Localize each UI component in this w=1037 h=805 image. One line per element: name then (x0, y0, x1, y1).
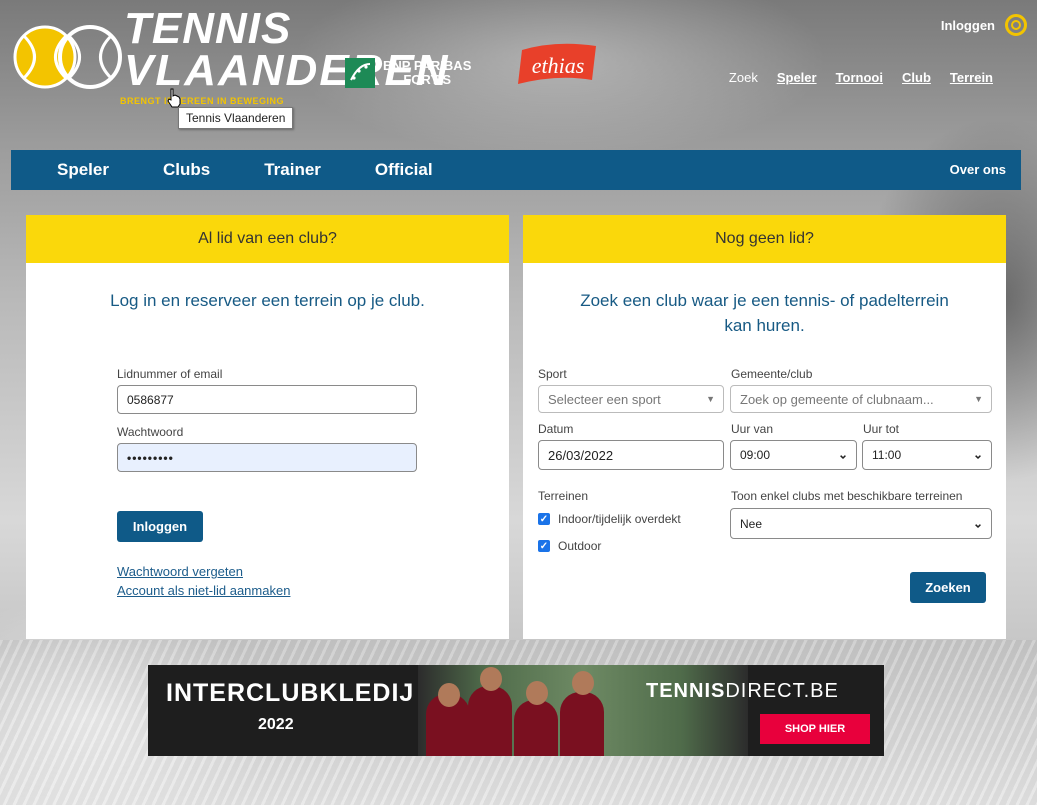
sponsor-ethias[interactable]: ethias (516, 40, 600, 88)
available-select[interactable]: Nee ⌄ (730, 508, 992, 539)
checkbox-checked-icon[interactable]: ✓ (538, 540, 550, 552)
password-input[interactable]: ••••••••• (117, 443, 417, 472)
chevron-down-icon: ⌄ (972, 515, 983, 530)
user-input[interactable]: 0586877 (117, 385, 417, 414)
nav-trainer[interactable]: Trainer (264, 160, 321, 180)
club-search-select[interactable]: Zoek op gemeente of clubnaam... ▼ (730, 385, 992, 413)
header-login-label[interactable]: Inloggen (941, 18, 995, 33)
club-placeholder: Zoek op gemeente of clubnaam... (740, 391, 934, 407)
chevron-down-icon: ⌄ (972, 447, 983, 462)
search-intro-line-1: Zoek een club waar je een tennis- of pad… (580, 291, 949, 310)
forgot-password-link[interactable]: Wachtwoord vergeten (117, 564, 243, 579)
banner-player (514, 700, 558, 756)
caret-down-icon: ▼ (706, 394, 715, 404)
nav-over-ons[interactable]: Over ons (950, 162, 1006, 177)
date-input[interactable]: 26/03/2022 (538, 440, 724, 470)
search-intro-line-2: kan huren. (724, 316, 805, 335)
search-intro: Zoek een club waar je een tennis- of pad… (523, 288, 1006, 338)
indoor-checkbox[interactable]: ✓ Indoor/tijdelijk overdekt (538, 512, 681, 526)
caret-down-icon: ▼ (974, 394, 983, 404)
sport-label: Sport (538, 367, 567, 381)
banner-player-head (480, 667, 502, 691)
date-label: Datum (538, 422, 574, 436)
nav-official[interactable]: Official (375, 160, 433, 180)
logo-line-1: TENNIS (124, 4, 292, 53)
search-link-club[interactable]: Club (902, 70, 931, 85)
time-from-label: Uur van (731, 422, 774, 436)
search-card: Nog geen lid? Zoek een club waar je een … (523, 215, 1006, 639)
main-nav: Speler Clubs Trainer Official Over ons (11, 150, 1021, 190)
available-label: Toon enkel clubs met beschikbare terrein… (731, 489, 963, 503)
nav-clubs[interactable]: Clubs (163, 160, 210, 180)
sport-placeholder: Selecteer een sport (548, 391, 661, 407)
banner-player-head (438, 683, 460, 707)
banner-year: 2022 (258, 716, 294, 733)
search-link-terrein[interactable]: Terrein (950, 70, 993, 85)
banner-brand-rest: DIRECT.BE (725, 680, 839, 702)
nav-speler[interactable]: Speler (57, 160, 109, 180)
search-link-tornooi[interactable]: Tornooi (836, 70, 883, 85)
login-submit-button[interactable]: Inloggen (117, 511, 203, 542)
login-card-heading: Al lid van een club? (26, 215, 509, 263)
indoor-label: Indoor/tijdelijk overdekt (558, 512, 681, 526)
time-to-label: Uur tot (863, 422, 900, 436)
search-submit-button[interactable]: Zoeken (910, 572, 986, 603)
hand-cursor-icon (167, 88, 181, 108)
banner-brand: TENNISDIRECT.BE (646, 680, 839, 703)
login-intro: Log in en reserveer een terrein op je cl… (110, 291, 425, 310)
logo-tooltip: Tennis Vlaanderen (178, 107, 294, 129)
available-value: Nee (740, 516, 763, 531)
time-from-value: 09:00 (740, 448, 771, 462)
time-from-select[interactable]: 09:00 ⌄ (730, 440, 857, 470)
logo-tagline: BRENGT IEDEREEN IN BEWEGING (120, 96, 285, 106)
bnp-star-icon (345, 58, 375, 88)
register-link[interactable]: Account als niet-lid aanmaken (117, 583, 290, 598)
club-label: Gemeente/club (731, 367, 813, 381)
sponsor-bnp[interactable]: BNP PARIBAS FORTIS (345, 58, 471, 88)
outdoor-label: Outdoor (558, 539, 602, 553)
time-to-value: 11:00 (872, 448, 902, 462)
banner-brand-bold: TENNIS (646, 680, 726, 702)
banner-player (560, 692, 604, 756)
bnp-line-1: BNP PARIBAS (383, 58, 472, 73)
header-search-nav: Zoek Speler Tornooi Club Terrein (729, 70, 993, 85)
outdoor-checkbox[interactable]: ✓ Outdoor (538, 539, 601, 553)
banner-player-head (572, 671, 594, 695)
login-ring-icon[interactable] (1005, 14, 1027, 36)
password-label: Wachtwoord (117, 425, 184, 439)
search-link-speler[interactable]: Speler (777, 70, 817, 85)
shop-here-button[interactable]: SHOP HIER (760, 714, 870, 744)
search-label: Zoek (728, 70, 758, 85)
chevron-down-icon: ⌄ (837, 447, 848, 462)
login-card: Al lid van een club? Log in en reserveer… (26, 215, 509, 639)
promo-banner[interactable]: INTERCLUBKLEDIJ 2022 TENNISDIRECT.BE SHO… (148, 665, 884, 756)
search-card-heading: Nog geen lid? (523, 215, 1006, 263)
header-login[interactable]: Inloggen (941, 14, 1027, 36)
checkbox-checked-icon[interactable]: ✓ (538, 513, 550, 525)
banner-player-head (526, 681, 548, 705)
banner-player (468, 686, 512, 756)
bnp-line-2: FORTIS (403, 72, 452, 87)
ethias-label: ethias (531, 53, 585, 78)
banner-title: INTERCLUBKLEDIJ (166, 679, 415, 707)
time-to-select[interactable]: 11:00 ⌄ (862, 440, 992, 470)
user-label: Lidnummer of email (117, 367, 223, 381)
tennis-balls-logo-icon[interactable] (12, 22, 124, 92)
sport-select[interactable]: Selecteer een sport ▼ (538, 385, 724, 413)
courts-label: Terreinen (538, 489, 589, 503)
